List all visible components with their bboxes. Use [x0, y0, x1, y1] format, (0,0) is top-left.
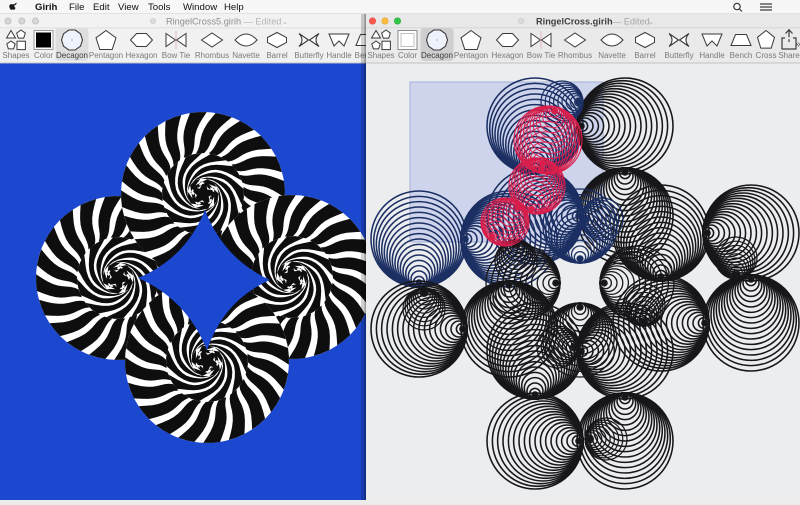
svg-text:Navette: Navette	[232, 51, 260, 60]
svg-text:Bench: Bench	[730, 51, 753, 60]
svg-text:Girih: Girih	[35, 2, 58, 13]
svg-text:⌄: ⌄	[648, 19, 654, 26]
svg-text:Share: Share	[778, 51, 800, 60]
svg-text:Bow Tie: Bow Tie	[527, 51, 556, 60]
svg-text:— Edited: — Edited	[612, 16, 650, 26]
svg-text:Tools: Tools	[148, 2, 171, 13]
svg-text:File: File	[69, 2, 84, 13]
svg-text:Color: Color	[398, 51, 417, 60]
svg-text:Handle: Handle	[699, 51, 725, 60]
svg-text:Navette: Navette	[598, 51, 626, 60]
svg-text:Window: Window	[183, 2, 217, 13]
svg-text:Barrel: Barrel	[266, 51, 288, 60]
svg-text:Cross: Cross	[756, 51, 777, 60]
svg-text:Pentagon: Pentagon	[89, 51, 123, 60]
svg-text:Shapes: Shapes	[2, 51, 29, 60]
svg-text:Butterfly: Butterfly	[664, 51, 693, 60]
svg-text:View: View	[118, 2, 139, 13]
svg-text:Shapes: Shapes	[367, 51, 394, 60]
svg-text:Edit: Edit	[93, 2, 110, 13]
svg-text:Bow Tie: Bow Tie	[162, 51, 191, 60]
svg-text:Hexagon: Hexagon	[491, 51, 523, 60]
svg-text:»: »	[795, 39, 800, 50]
svg-text:Decagon: Decagon	[421, 51, 453, 60]
svg-text:Rhombus: Rhombus	[558, 51, 592, 60]
svg-text:Butterfly: Butterfly	[294, 51, 323, 60]
svg-text:⌄: ⌄	[282, 19, 288, 26]
svg-text:RingelCross.girih: RingelCross.girih	[536, 16, 613, 26]
svg-text:RingelCross5.girih — Edited: RingelCross5.girih — Edited	[166, 16, 281, 26]
svg-text:Rhombus: Rhombus	[195, 51, 229, 60]
svg-text:Pentagon: Pentagon	[454, 51, 488, 60]
svg-text:Barrel: Barrel	[634, 51, 656, 60]
svg-text:Handle: Handle	[326, 51, 352, 60]
svg-text:Color: Color	[34, 51, 53, 60]
svg-text:Hexagon: Hexagon	[125, 51, 157, 60]
svg-text:Help: Help	[224, 2, 244, 13]
svg-text:Decagon: Decagon	[56, 51, 88, 60]
